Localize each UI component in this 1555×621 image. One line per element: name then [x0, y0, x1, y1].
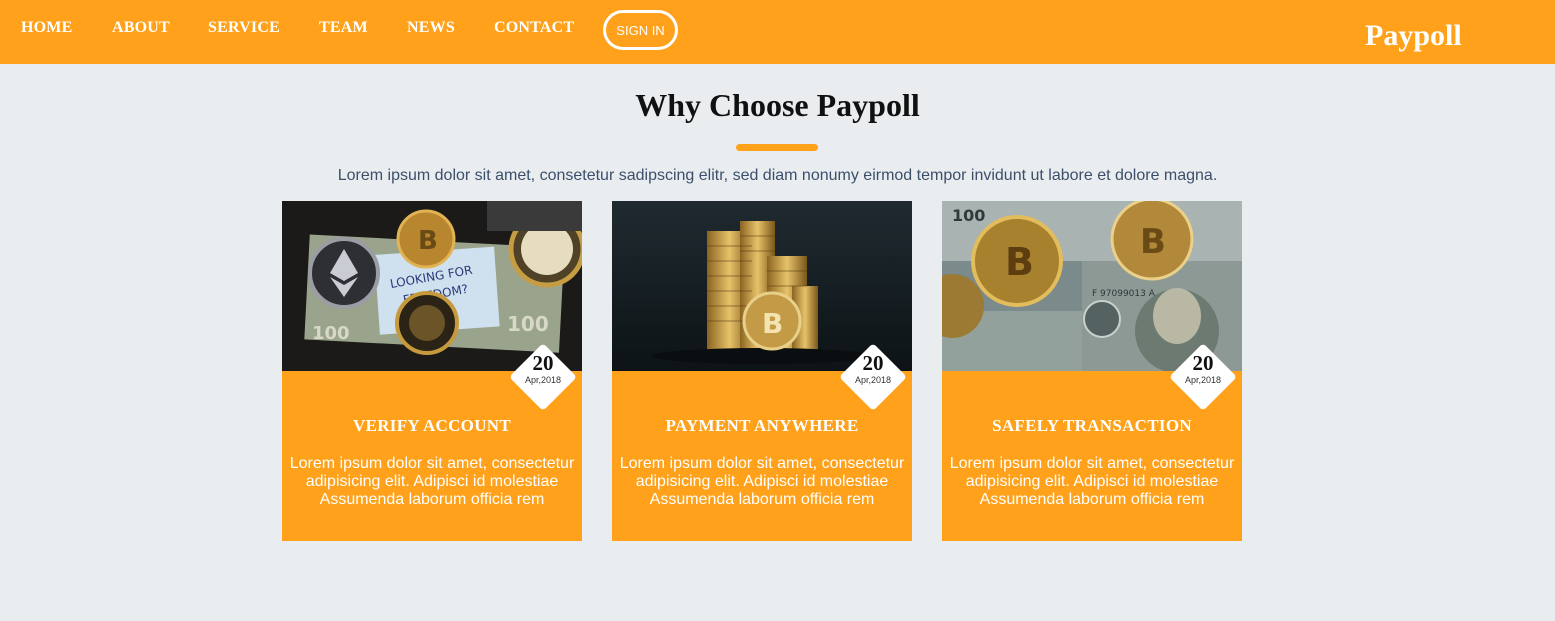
card-text: Lorem ipsum dolor sit amet, consectetur … — [949, 455, 1235, 508]
date-badge-text: 20 Apr,2018 — [1167, 351, 1239, 385]
nav-team[interactable]: TEAM — [319, 19, 368, 37]
nav-home[interactable]: HOME — [21, 19, 72, 37]
card-title: PAYMENT ANYWHERE — [665, 416, 859, 435]
date-badge-text: 20 Apr,2018 — [837, 351, 909, 385]
section-subtitle: Lorem ipsum dolor sit amet, consetetur s… — [337, 167, 1218, 184]
card-title: SAFELY TRANSACTION — [992, 416, 1192, 435]
svg-text:B: B — [762, 307, 783, 340]
card-text: Lorem ipsum dolor sit amet, consectetur … — [289, 455, 575, 508]
card-image-bitcoin-dollars: B B F 97099013 A 100 — [942, 201, 1242, 371]
svg-text:B: B — [1005, 240, 1034, 284]
section-title: Why Choose Paypoll — [635, 87, 920, 123]
nav-news[interactable]: NEWS — [407, 19, 455, 37]
card-title: VERIFY ACCOUNT — [353, 416, 511, 435]
sign-in-button[interactable]: SIGN IN — [603, 10, 678, 50]
date-day: 20 — [862, 351, 884, 375]
card-text: Lorem ipsum dolor sit amet, consectetur … — [619, 455, 905, 508]
card-safely-transaction[interactable]: B B F 97099013 A 100 20 Apr,2018 SAFELY … — [942, 201, 1242, 541]
date-day: 20 — [1192, 351, 1214, 375]
card-payment-anywhere[interactable]: B 20 Apr,2018 PAYMENT ANYWHERE Lorem ips… — [612, 201, 912, 541]
svg-text:F 97099013 A: F 97099013 A — [1092, 289, 1156, 299]
svg-text:100: 100 — [312, 323, 350, 344]
date-month-year: Apr,2018 — [524, 375, 562, 385]
svg-text:100: 100 — [952, 206, 985, 225]
brand-logo[interactable]: Paypoll — [1365, 21, 1462, 51]
title-underline — [736, 144, 818, 151]
card-image-crypto-coins: LOOKING FOR FREEDOM? B 100 100 — [282, 201, 582, 371]
navbar: HOME ABOUT SERVICE TEAM NEWS CONTACT SIG… — [0, 0, 1555, 64]
date-badge-text: 20 Apr,2018 — [507, 351, 579, 385]
card-image-coin-stacks: B — [612, 201, 912, 371]
nav-service[interactable]: SERVICE — [208, 19, 280, 37]
svg-text:B: B — [418, 226, 438, 256]
date-month-year: Apr,2018 — [854, 375, 892, 385]
nav-about[interactable]: ABOUT — [112, 19, 170, 37]
date-month-year: Apr,2018 — [1184, 375, 1222, 385]
card-verify-account[interactable]: LOOKING FOR FREEDOM? B 100 100 20 Apr,20… — [282, 201, 582, 541]
nav-contact[interactable]: CONTACT — [494, 19, 574, 37]
svg-text:B: B — [1140, 222, 1166, 262]
date-day: 20 — [532, 351, 554, 375]
svg-text:100: 100 — [507, 312, 549, 336]
